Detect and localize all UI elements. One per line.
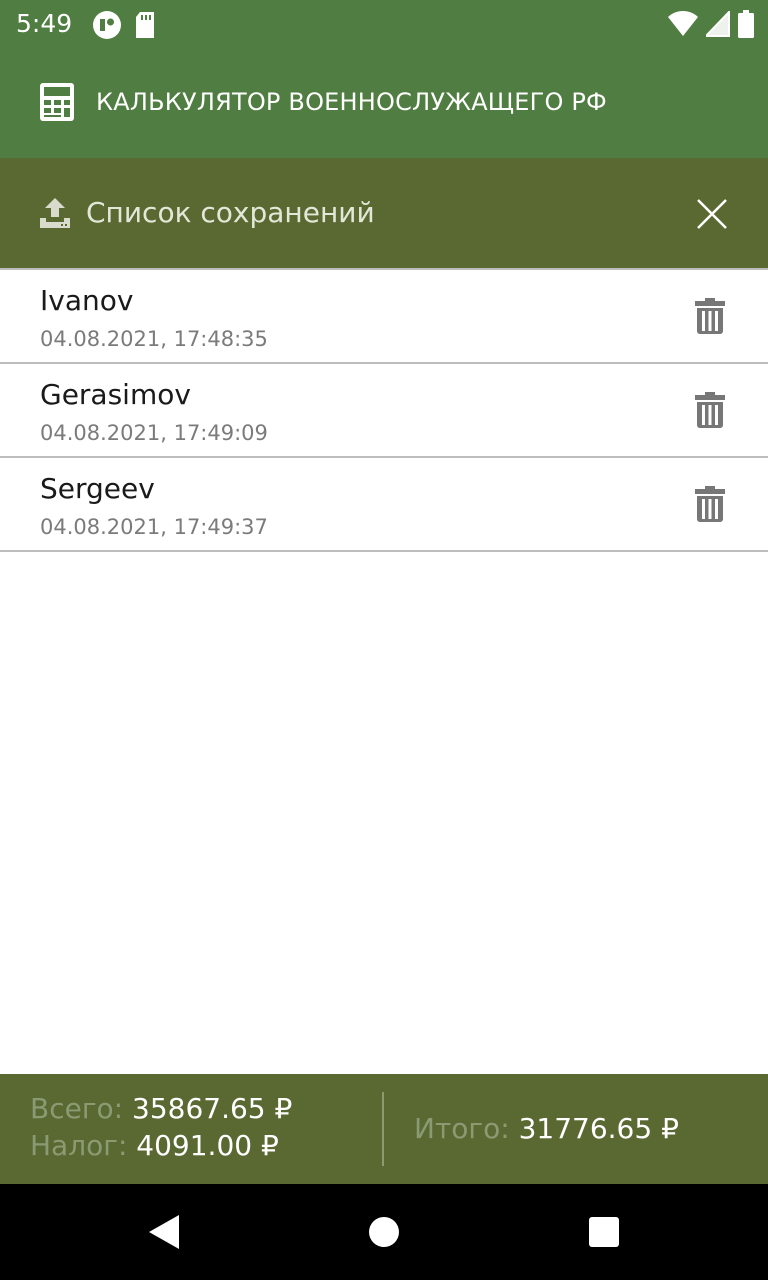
close-icon xyxy=(697,199,727,229)
save-name: Gerasimov xyxy=(40,378,191,411)
trash-icon xyxy=(695,486,725,522)
delete-button[interactable] xyxy=(686,388,734,432)
recents-icon xyxy=(589,1217,619,1247)
list-item[interactable]: Gerasimov 04.08.2021, 17:49:09 xyxy=(0,364,768,458)
delete-button[interactable] xyxy=(686,482,734,526)
wifi-icon xyxy=(668,11,698,41)
status-bar: 5:49 xyxy=(0,0,768,48)
save-date: 04.08.2021, 17:48:35 xyxy=(40,327,268,351)
tax-row: Налог: 4091.00 ₽ xyxy=(30,1129,279,1163)
battery-icon xyxy=(738,10,754,42)
trash-icon xyxy=(695,298,725,334)
app-title: КАЛЬКУЛЯТОР ВОЕННОСЛУЖАЩЕГО РФ xyxy=(96,88,607,116)
navigation-bar xyxy=(0,1184,768,1280)
list-item[interactable]: Ivanov 04.08.2021, 17:48:35 xyxy=(0,270,768,364)
saves-list: Ivanov 04.08.2021, 17:48:35 Gerasimov 04… xyxy=(0,268,768,552)
totals-footer: Всего: 35867.65 ₽ Налог: 4091.00 ₽ Итого… xyxy=(0,1074,768,1184)
home-button[interactable] xyxy=(364,1212,404,1252)
tax-value: 4091.00 ₽ xyxy=(136,1129,279,1162)
status-time: 5:49 xyxy=(16,9,73,38)
delete-button[interactable] xyxy=(686,294,734,338)
recents-button[interactable] xyxy=(584,1212,624,1252)
total-row: Всего: 35867.65 ₽ xyxy=(30,1092,292,1126)
back-icon xyxy=(149,1215,179,1249)
trash-icon xyxy=(695,392,725,428)
tax-label: Налог: xyxy=(30,1129,128,1162)
home-icon xyxy=(369,1217,399,1247)
status-right-icons xyxy=(668,9,754,42)
save-date: 04.08.2021, 17:49:09 xyxy=(40,421,268,445)
close-button[interactable] xyxy=(688,188,736,240)
upload-icon xyxy=(38,196,72,230)
app-notification-icon xyxy=(92,10,122,44)
save-date: 04.08.2021, 17:49:37 xyxy=(40,515,268,539)
save-name: Sergeev xyxy=(40,472,155,505)
list-item[interactable]: Sergeev 04.08.2021, 17:49:37 xyxy=(0,458,768,552)
calculator-icon xyxy=(40,83,74,121)
status-left-icons xyxy=(92,10,156,44)
saves-panel-title: Список сохранений xyxy=(86,196,375,229)
signal-icon xyxy=(703,9,730,41)
save-name: Ivanov xyxy=(40,284,134,317)
footer-divider xyxy=(382,1092,384,1166)
total-label: Всего: xyxy=(30,1092,124,1125)
sd-card-icon xyxy=(134,11,156,43)
back-button[interactable] xyxy=(144,1212,184,1252)
total-value: 35867.65 ₽ xyxy=(132,1092,293,1125)
screen: 5:49 КАЛЬКУЛЯТОР ВОЕННОСЛУЖАЩЕГО РФ Спис… xyxy=(0,0,768,1280)
net-label: Итого: xyxy=(414,1112,510,1145)
app-bar: КАЛЬКУЛЯТОР ВОЕННОСЛУЖАЩЕГО РФ xyxy=(0,48,768,158)
net-row: Итого: 31776.65 ₽ xyxy=(414,1112,679,1146)
net-value: 31776.65 ₽ xyxy=(518,1112,679,1145)
saves-panel-header: Список сохранений xyxy=(0,158,768,268)
